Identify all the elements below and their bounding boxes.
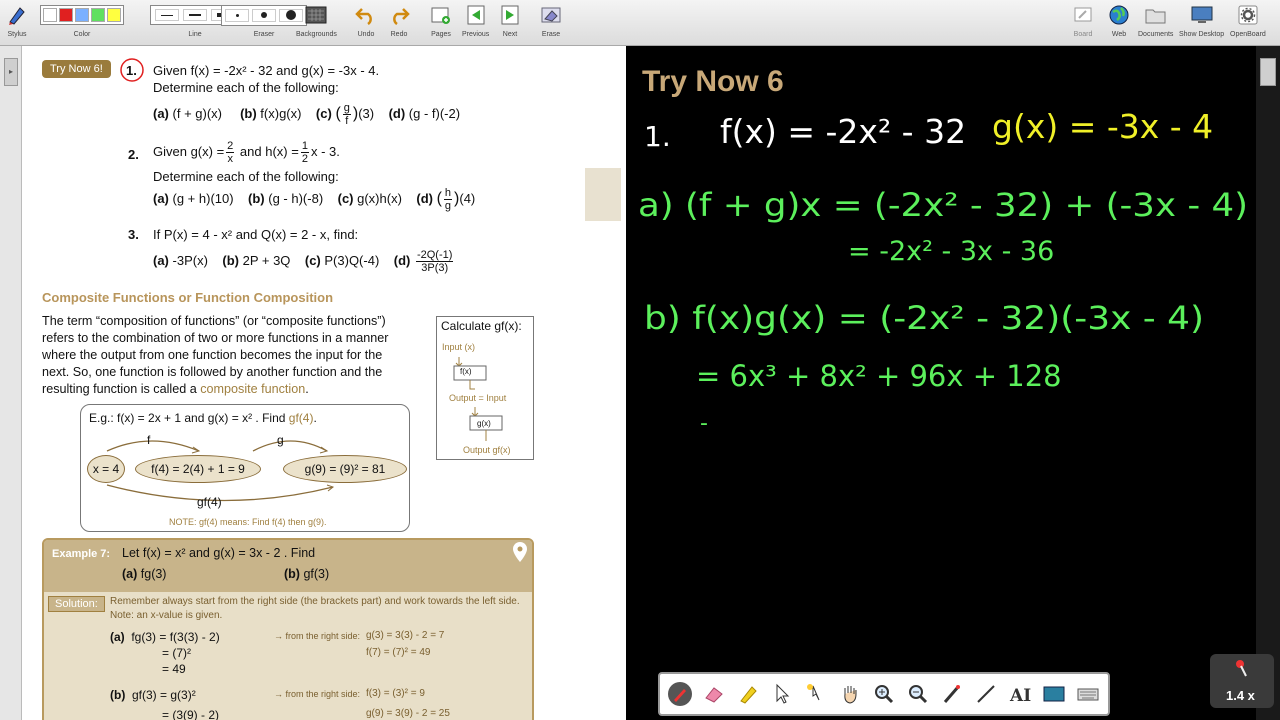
gear-icon — [1237, 2, 1259, 28]
text-tool-icon[interactable]: AI — [1006, 679, 1034, 709]
example-box: E.g.: f(x) = 2x + 1 and g(x) = x² . Find… — [80, 404, 410, 532]
right-panel-strip — [1256, 46, 1280, 720]
question-1-given: Given f(x) = -2x² - 32 and g(x) = -3x - … — [153, 63, 380, 78]
question-1-instruction: Determine each of the following: — [153, 80, 339, 95]
board-part-a: a) (f + g)x = (-2x² - 32) + (-3x - 4) — [638, 186, 1248, 224]
question-3-given: If P(x) = 4 - x² and Q(x) = 2 - x, find: — [153, 227, 359, 242]
line-medium-option[interactable] — [183, 9, 207, 21]
question-1-parts: (a) (f + g)(x) (b) f(x)g(x) (c) (g f)(3) … — [153, 102, 461, 127]
eraser-medium-option[interactable] — [252, 8, 276, 22]
calculate-box: Calculate gf(x): Input (x) f(x) Output =… — [436, 316, 534, 460]
board-part-b-continuation: - — [700, 411, 708, 436]
board-part-b: b) f(x)g(x) = (-2x² - 32)(-3x - 4) — [644, 299, 1204, 337]
backgrounds-icon — [305, 2, 327, 28]
redo-button[interactable]: Redo — [388, 2, 410, 38]
solution-label: Solution: — [48, 596, 105, 612]
board-part-b-result: = 6x³ + 8x² + 96x + 128 — [696, 359, 1062, 393]
eraser-tool-icon[interactable] — [700, 679, 728, 709]
color-swatch-3[interactable] — [91, 8, 105, 22]
composition-paragraph: The term “composition of functions” (or … — [42, 314, 389, 396]
globe-icon — [1108, 2, 1130, 28]
document-page: Try Now 6! 1. Given f(x) = -2x² - 32 and… — [22, 46, 626, 720]
board-g-definition: g(x) = -3x - 4 — [992, 107, 1213, 146]
show-desktop-button[interactable]: Show Desktop — [1179, 2, 1224, 38]
side-tab-block — [585, 168, 621, 221]
line-thin-option[interactable] — [155, 9, 179, 21]
pages-button[interactable]: Pages — [430, 2, 452, 38]
board-icon — [1073, 2, 1093, 28]
handwriting-layer: Try Now 6 1. f(x) = -2x² - 32 g(x) = -3x… — [638, 65, 1248, 436]
main-toolbar: Stylus Color Line Eraser Backgrounds Und… — [0, 0, 1280, 46]
section-heading: Composite Functions or Function Composit… — [42, 290, 334, 305]
color-swatches[interactable] — [40, 5, 124, 25]
color-swatch-2[interactable] — [75, 8, 89, 22]
next-page-icon — [500, 2, 520, 28]
select-arrow-icon[interactable] — [768, 679, 796, 709]
previous-page-button[interactable]: Previous — [462, 2, 489, 38]
erase-page-icon — [540, 2, 562, 28]
board-part-a-result: = -2x² - 3x - 36 — [848, 236, 1054, 267]
board-button[interactable]: Board — [1073, 2, 1093, 38]
eraser-size-picker[interactable]: Eraser — [221, 2, 307, 38]
erase-page-button[interactable]: Erase — [540, 2, 562, 38]
hand-icon[interactable] — [836, 679, 864, 709]
map-pin-icon[interactable] — [510, 540, 530, 566]
question-2-number: 2. — [128, 147, 139, 162]
color-picker[interactable]: Color — [40, 2, 124, 38]
svg-text:AI: AI — [1009, 686, 1031, 706]
expand-left-panel-button[interactable]: ▸ — [4, 58, 18, 86]
bottom-tool-palette: AI — [658, 672, 1110, 716]
laser-pointer-icon[interactable] — [802, 679, 830, 709]
color-swatch-1[interactable] — [59, 8, 73, 22]
capture-tool-icon[interactable] — [1040, 679, 1068, 709]
add-page-icon — [430, 2, 452, 28]
zoom-out-icon[interactable] — [904, 679, 932, 709]
color-swatch-4[interactable] — [107, 8, 121, 22]
openboard-button[interactable]: OpenBoard — [1230, 2, 1266, 38]
whiteboard-canvas[interactable]: Try Now 6 1. f(x) = -2x² - 32 g(x) = -3x… — [626, 46, 1256, 720]
desktop-icon — [1190, 2, 1214, 28]
board-f-definition: f(x) = -2x² - 32 — [720, 112, 966, 151]
zoom-level-label: 1.4 x — [1226, 688, 1255, 703]
question-3-number: 3. — [128, 227, 139, 242]
undo-button[interactable]: Undo — [355, 2, 377, 38]
app-window: Stylus Color Line Eraser Backgrounds Und… — [0, 0, 1280, 720]
line-tool-icon[interactable] — [972, 679, 1000, 709]
question-3-parts: (a) -3P(x) (b) 2P + 3Q (c) P(3)Q(-4) (d)… — [153, 249, 454, 274]
stylus-button[interactable]: Stylus — [6, 2, 28, 38]
left-panel-strip: ▸ — [0, 46, 22, 720]
marker-tool-icon[interactable] — [734, 679, 762, 709]
try-now-badge: Try Now 6! — [42, 60, 111, 78]
color-swatch-0[interactable] — [43, 8, 57, 22]
next-page-button[interactable]: Next — [500, 2, 520, 38]
zoom-indicator[interactable]: 1.4 x — [1210, 654, 1274, 708]
question-1-number: 1. — [126, 63, 137, 78]
web-button[interactable]: Web — [1108, 2, 1130, 38]
pen-tool-icon[interactable] — [666, 679, 694, 709]
backgrounds-button[interactable]: Backgrounds — [296, 2, 337, 38]
g9-ellipse: g(9) = (9)² = 81 — [283, 455, 407, 483]
f4-ellipse: f(4) = 2(4) + 1 = 9 — [135, 455, 261, 483]
board-title: Try Now 6 — [642, 65, 784, 98]
eraser-small-option[interactable] — [225, 8, 249, 22]
expand-right-panel-button[interactable] — [1260, 58, 1276, 86]
stylus-icon — [6, 2, 28, 28]
question-2-given: Given g(x) = 2 x and h(x) = 1 2 x - 3. — [153, 140, 340, 165]
pointer-pen-icon[interactable] — [938, 679, 966, 709]
question-2-instruction: Determine each of the following: — [153, 169, 339, 184]
board-item-number: 1. — [644, 120, 671, 153]
folder-icon — [1144, 2, 1168, 28]
laser-pointer-indicator-icon — [1236, 660, 1247, 677]
example-7-box: Example 7: Let f(x) = x² and g(x) = 3x -… — [42, 538, 534, 720]
keyboard-icon[interactable] — [1074, 679, 1102, 709]
zoom-in-icon[interactable] — [870, 679, 898, 709]
question-2-parts: (a) (g + h)(10) (b) (g - h)(-8) (c) g(x)… — [153, 187, 476, 212]
documents-button[interactable]: Documents — [1138, 2, 1173, 38]
redo-icon — [388, 2, 410, 28]
undo-icon — [355, 2, 377, 28]
previous-page-icon — [466, 2, 486, 28]
input-x-ellipse: x = 4 — [87, 455, 125, 483]
